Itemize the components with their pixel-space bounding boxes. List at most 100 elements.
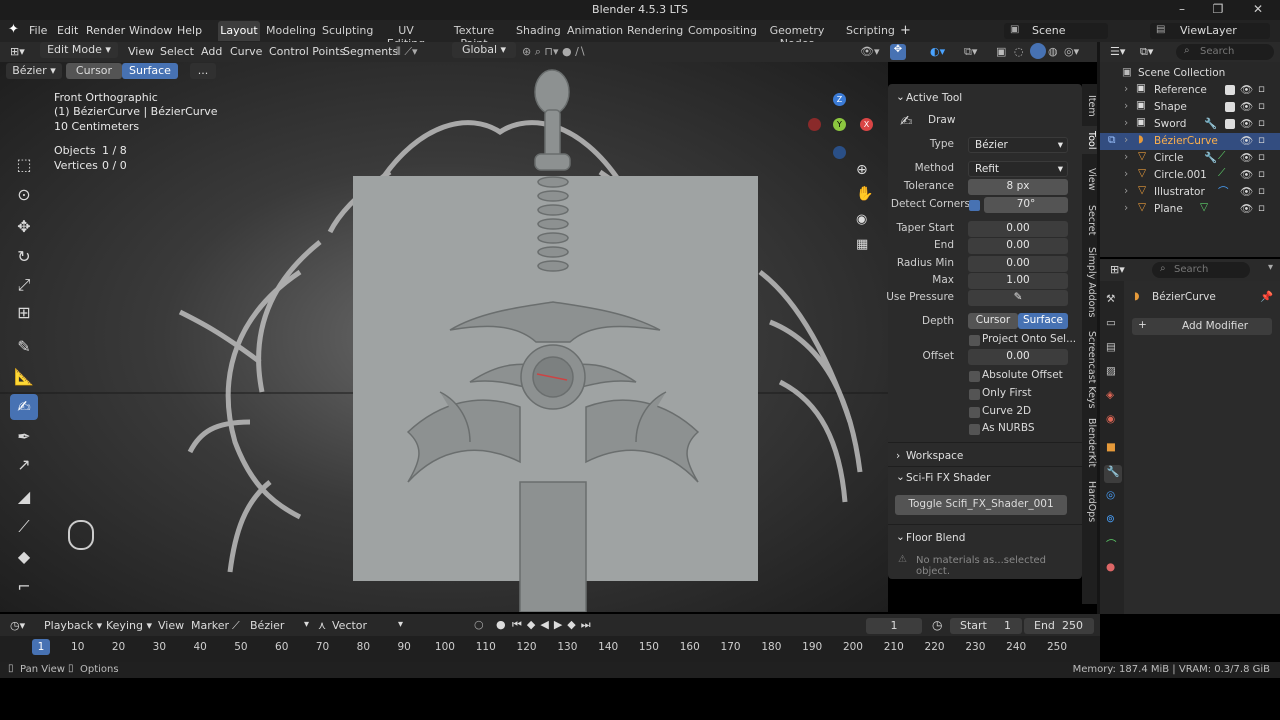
particles-tab-icon[interactable]: ◎: [1106, 489, 1115, 501]
workspace-header[interactable]: › Workspace: [888, 446, 1082, 466]
outliner-item-circle-001[interactable]: › ▽ Circle.001 ⟋ 👁 ▫: [1100, 167, 1280, 184]
tab-secret[interactable]: Secret: [1082, 202, 1097, 238]
camera-icon[interactable]: ▫: [1258, 100, 1265, 112]
menu-add[interactable]: Add: [201, 45, 222, 58]
end-field[interactable]: 0.00: [968, 238, 1068, 254]
close-icon[interactable]: ✕: [1248, 2, 1268, 16]
output-tab-icon[interactable]: ▤: [1106, 341, 1116, 353]
expand-icon[interactable]: ›: [1124, 134, 1128, 146]
expand-icon[interactable]: ›: [1124, 83, 1128, 95]
tab-hardops[interactable]: HardOps: [1082, 480, 1097, 524]
eye-icon[interactable]: 👁: [1240, 202, 1253, 215]
preview-range-icon[interactable]: ◷: [932, 618, 942, 632]
more-options-button[interactable]: ...: [190, 63, 216, 79]
overlay-icon[interactable]: ◐▾: [930, 45, 945, 58]
absolute-offset-checkbox[interactable]: [969, 371, 980, 382]
depth-cursor-option[interactable]: Cursor: [968, 313, 1018, 329]
expand-icon[interactable]: ›: [1124, 202, 1128, 214]
timeline-editor-icon[interactable]: ◷▾: [10, 619, 25, 632]
eye-icon[interactable]: 👁: [1240, 83, 1253, 96]
outliner-item-sword[interactable]: › ▣ Sword 🔧 👁 ▫: [1100, 116, 1280, 133]
orientation-dropdown[interactable]: Global ▾: [452, 42, 516, 58]
tab-simply-addons[interactable]: Simply Addons: [1082, 246, 1097, 318]
radius-icon[interactable]: ◢: [10, 484, 38, 510]
max-field[interactable]: 1.00: [968, 273, 1068, 289]
eye-icon[interactable]: 👁: [1240, 185, 1253, 198]
keyframe-icon[interactable]: ●: [496, 618, 506, 631]
menu-view[interactable]: View: [158, 619, 184, 632]
tool-tab-icon[interactable]: ⚒: [1106, 293, 1115, 305]
select-box-icon[interactable]: ⬚: [10, 152, 38, 178]
annotate-icon[interactable]: ✎: [10, 334, 38, 360]
gizmo-toggle-icon[interactable]: ✥: [890, 44, 906, 60]
tab-texture-paint[interactable]: Texture Paint: [442, 21, 506, 50]
tab-rendering[interactable]: Rendering: [627, 21, 683, 41]
scene-tab-icon[interactable]: ◈: [1106, 389, 1114, 401]
tab-scripting[interactable]: Scripting: [846, 21, 895, 41]
include-checkbox[interactable]: [1225, 119, 1235, 129]
modifier-tab-icon[interactable]: 🔧: [1104, 465, 1122, 483]
extrude-icon[interactable]: ↗: [10, 452, 38, 478]
detect-corners-field[interactable]: 70°: [984, 197, 1068, 213]
viewlayer-selector[interactable]: ▤ ViewLayer: [1150, 23, 1270, 39]
menu-window[interactable]: Window: [129, 24, 172, 37]
curve-2d-checkbox[interactable]: [969, 407, 980, 418]
blender-logo-icon[interactable]: ✦: [8, 22, 19, 37]
tab-tool[interactable]: Tool: [1082, 126, 1097, 154]
material-shading-icon[interactable]: ◍: [1048, 45, 1058, 58]
interpolation-dropdown[interactable]: ⟋ Bézier ▾: [232, 617, 312, 633]
world-tab-icon[interactable]: ◉: [1106, 413, 1115, 425]
tolerance-field[interactable]: 8 px: [968, 179, 1068, 195]
scene-selector[interactable]: ▣ Scene: [1004, 23, 1108, 39]
scifi-header[interactable]: ⌄ Sci-Fi FX Shader: [888, 468, 1082, 488]
draw-curve-icon[interactable]: ✍: [10, 394, 38, 420]
type-dropdown[interactable]: Bézier ▾: [968, 137, 1068, 153]
menu-curve[interactable]: Curve: [230, 45, 262, 58]
radius-min-field[interactable]: 0.00: [968, 256, 1068, 272]
outliner-item-reference[interactable]: › ▣ Reference 👁 ▫: [1100, 82, 1280, 99]
expand-icon[interactable]: ›: [1124, 168, 1128, 180]
floor-blend-header[interactable]: ⌄ Floor Blend: [888, 528, 1082, 548]
curve-pen-icon[interactable]: ⌐: [10, 574, 38, 600]
measure-icon[interactable]: 📐: [10, 364, 38, 390]
use-pressure-toggle[interactable]: ✎: [968, 290, 1068, 306]
method-dropdown[interactable]: Refit ▾: [968, 161, 1068, 177]
render-tab-icon[interactable]: ▭: [1106, 317, 1116, 329]
active-tool-header[interactable]: ⌄ Active Tool: [888, 88, 1082, 108]
tab-view[interactable]: View: [1082, 164, 1097, 194]
outliner-item-circle[interactable]: › ▽ Circle 🔧 ⟋ 👁 ▫: [1100, 150, 1280, 167]
menu-marker[interactable]: Marker: [191, 619, 229, 632]
pan-hand-icon[interactable]: ✋: [856, 186, 873, 202]
scale-icon[interactable]: ⤢: [10, 272, 38, 298]
curve-type-dropdown[interactable]: Bézier ▾: [6, 63, 62, 79]
xray-icon[interactable]: ⧉▾: [964, 45, 977, 59]
tab-geometry-nodes[interactable]: Geometry Nodes: [758, 21, 836, 50]
outliner-item-shape[interactable]: › ▣ Shape 👁 ▫: [1100, 99, 1280, 116]
zoom-icon[interactable]: ⊕: [856, 162, 868, 178]
transform-icon[interactable]: ⊞: [10, 300, 38, 326]
toggle-scifi-button[interactable]: Toggle Scifi_FX_Shader_001: [895, 495, 1067, 515]
depth-surface-button[interactable]: Surface: [122, 63, 178, 79]
eye-icon[interactable]: 👁: [1240, 100, 1253, 113]
gizmo-neg-x[interactable]: [808, 118, 821, 131]
toggle-xray-icon[interactable]: ▣: [996, 45, 1006, 58]
maximize-icon[interactable]: ❐: [1208, 2, 1228, 16]
tab-screencast-keys[interactable]: Screencast Keys: [1082, 328, 1097, 412]
easing-dropdown[interactable]: ⋏ Vector ▾: [318, 617, 408, 633]
snap-icon[interactable]: ⦀ ⟋▾: [396, 45, 418, 59]
expand-icon[interactable]: ›: [1124, 100, 1128, 112]
view-layer-tab-icon[interactable]: ▨: [1106, 365, 1116, 377]
add-modifier-button[interactable]: + Add Modifier: [1132, 318, 1272, 335]
scene-collection-row[interactable]: ▣ Scene Collection: [1100, 65, 1280, 82]
detect-corners-checkbox[interactable]: [969, 200, 980, 211]
curve-data-tab-icon[interactable]: ⌒: [1106, 537, 1117, 552]
depth-surface-option[interactable]: Surface: [1018, 313, 1068, 329]
navigation-gizmo[interactable]: Z Y X: [800, 90, 880, 190]
eye-icon[interactable]: 👁: [1240, 134, 1253, 147]
tab-sculpting[interactable]: Sculpting: [322, 21, 373, 41]
offset-field[interactable]: 0.00: [968, 349, 1068, 365]
properties-editor-icon[interactable]: ⊞▾: [1110, 263, 1125, 276]
display-mode-icon[interactable]: ⧉▾: [1140, 45, 1153, 59]
depth-cursor-button[interactable]: Cursor: [66, 63, 122, 79]
tab-item[interactable]: Item: [1082, 92, 1097, 120]
